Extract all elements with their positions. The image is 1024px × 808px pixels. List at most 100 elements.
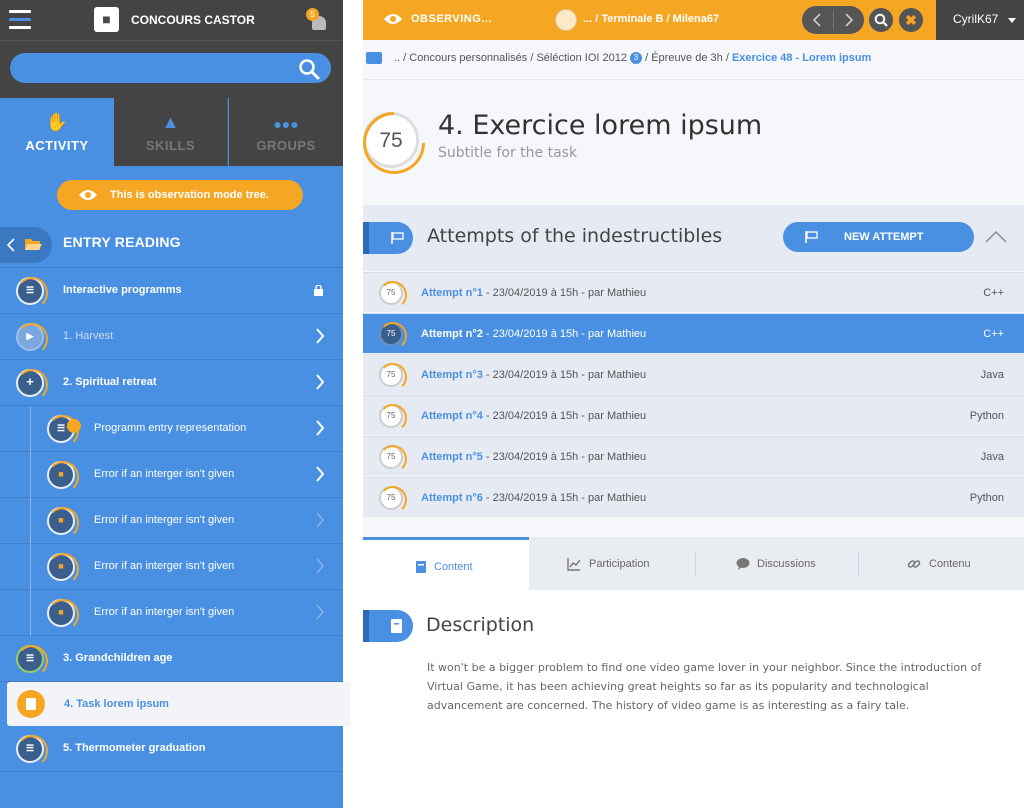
- play-icon: ▶: [16, 323, 48, 355]
- tab-discussions[interactable]: Discussions: [696, 537, 859, 590]
- search-button[interactable]: [869, 8, 893, 32]
- tree-item-label: 3. Grandchildren age: [63, 652, 173, 664]
- attempt-link[interactable]: Attempt n°3: [421, 369, 483, 381]
- attempt-row[interactable]: 75 Attempt n°6 - 23/04/2019 à 15h - par …: [363, 477, 1024, 517]
- tree-item-label: Error if an interger isn't given: [94, 560, 235, 572]
- attempt-link[interactable]: Attempt n°5: [421, 451, 483, 463]
- attempts-title: Attempts of the indestructibles: [427, 225, 723, 247]
- tree-root-label: ENTRY READING: [63, 234, 181, 250]
- attempt-meta: - 23/04/2019 à 15h - par Mathieu: [482, 492, 647, 504]
- brand-title: CONCOURS CASTOR: [131, 13, 255, 27]
- attempt-link[interactable]: Attempt n°1: [421, 287, 483, 299]
- attempt-score: 75: [379, 322, 407, 350]
- attempt-link[interactable]: Attempt n°6: [421, 492, 483, 504]
- content-panel: Description It won't be a bigger problem…: [363, 590, 1024, 808]
- tree-item[interactable]: ■ Error if an interger isn't given: [0, 544, 343, 590]
- attempt-row[interactable]: 75 Attempt n°1 - 23/04/2019 à 15h - par …: [363, 272, 1024, 312]
- tree-item[interactable]: + 2. Spiritual retreat: [0, 360, 343, 406]
- attempt-link[interactable]: Attempt n°2: [421, 328, 483, 340]
- tree-item-label: 4. Task lorem ipsum: [64, 698, 169, 710]
- observed-user-crumb[interactable]: ... / Terminale B / Milena67: [583, 13, 719, 25]
- attempt-meta: - 23/04/2019 à 15h - par Mathieu: [482, 328, 647, 340]
- attempt-row[interactable]: 75 Attempt n°4 - 23/04/2019 à 15h - par …: [363, 395, 1024, 435]
- tree-item[interactable]: ■ Error if an interger isn't given: [0, 452, 343, 498]
- chevron-right-icon[interactable]: [315, 466, 325, 482]
- tree-item[interactable]: ▶ 1. Harvest: [0, 314, 343, 360]
- eye-icon: [384, 14, 402, 24]
- tree-item[interactable]: ■ Error if an interger isn't given: [0, 590, 343, 636]
- divider: [363, 79, 1024, 80]
- list-icon: ☰: [16, 645, 48, 677]
- back-button[interactable]: [0, 227, 52, 263]
- flag-icon: [805, 231, 818, 243]
- tree-item[interactable]: ☰ Interactive programms: [0, 268, 343, 314]
- list-icon: ☰: [16, 735, 48, 767]
- attempt-score: 75: [379, 404, 407, 432]
- tree-item-label: 1. Harvest: [63, 330, 114, 342]
- breadcrumb-path[interactable]: / Épreuve de 3h /: [645, 52, 732, 64]
- breadcrumb-path[interactable]: .. / Concours personnalisés / Séléction …: [394, 52, 627, 64]
- tree-item-label: Error if an interger isn't given: [94, 468, 235, 480]
- folder-icon[interactable]: [366, 52, 382, 64]
- tab-content[interactable]: Content: [363, 537, 529, 590]
- flag-icon: [391, 232, 404, 244]
- tab-groups[interactable]: ●●● GROUPS: [229, 98, 343, 166]
- attempt-text: Attempt n°1 - 23/04/2019 à 15h - par Mat…: [421, 287, 646, 299]
- attempt-text: Attempt n°4 - 23/04/2019 à 15h - par Mat…: [421, 410, 646, 422]
- username: CyrilK67: [953, 12, 999, 26]
- folder-icon: ■: [47, 553, 79, 585]
- new-attempt-label: NEW ATTEMPT: [844, 231, 924, 243]
- chevron-left-icon[interactable]: [813, 13, 821, 27]
- content-tabs: Content Participation Discussions Conten…: [363, 537, 1024, 590]
- tab-contenu[interactable]: Contenu: [859, 537, 1024, 590]
- tree-connector: [30, 544, 31, 590]
- attempt-score: 75: [379, 281, 407, 309]
- tree-item-active[interactable]: 4. Task lorem ipsum: [7, 682, 350, 726]
- flag-badge: [363, 222, 413, 254]
- description-title: Description: [426, 614, 535, 636]
- chevron-right-icon[interactable]: [315, 420, 325, 436]
- book-icon: [391, 619, 402, 633]
- tab-label: Content: [434, 561, 473, 573]
- search-icon: [874, 13, 888, 27]
- chevron-right-icon[interactable]: [315, 604, 325, 620]
- tab-activity[interactable]: ✋ ACTIVITY: [0, 98, 114, 166]
- chevron-right-icon[interactable]: [315, 328, 325, 344]
- folder-open-icon: [25, 239, 42, 250]
- chevron-right-icon[interactable]: [845, 13, 853, 27]
- user-menu[interactable]: CyrilK67: [936, 0, 1024, 40]
- attempt-text: Attempt n°3 - 23/04/2019 à 15h - par Mat…: [421, 369, 646, 381]
- attempt-language: Python: [969, 492, 1004, 504]
- close-icon[interactable]: ✖: [899, 8, 923, 32]
- folder-icon: ■: [47, 599, 79, 631]
- new-attempt-button[interactable]: NEW ATTEMPT: [783, 222, 974, 252]
- book-badge: [363, 610, 413, 642]
- search-icon[interactable]: [298, 58, 320, 80]
- description-text: It won't be a bigger problem to find one…: [427, 661, 982, 712]
- tab-participation[interactable]: Participation: [529, 537, 696, 590]
- attempt-link[interactable]: Attempt n°4: [421, 410, 483, 422]
- attempt-row[interactable]: 75 Attempt n°3 - 23/04/2019 à 15h - par …: [363, 354, 1024, 394]
- chevron-up-icon[interactable]: [984, 225, 1008, 249]
- search-input[interactable]: [10, 53, 331, 83]
- tree-item[interactable]: ☰ Programm entry representation: [0, 406, 343, 452]
- menu-icon[interactable]: [9, 10, 31, 30]
- tree-item[interactable]: ☰ 3. Grandchildren age: [0, 636, 343, 682]
- tree-item[interactable]: ■ Error if an interger isn't given: [0, 498, 343, 544]
- notification-bell-icon[interactable]: 5: [306, 8, 330, 34]
- plus-icon: +: [16, 369, 48, 401]
- tree-item[interactable]: ☰ 5. Thermometer graduation: [0, 726, 343, 772]
- chevron-right-icon[interactable]: [315, 374, 325, 390]
- tab-label: Participation: [589, 558, 650, 570]
- attempt-row-selected[interactable]: 75 Attempt n°2 - 23/04/2019 à 15h - par …: [363, 313, 1024, 353]
- attempt-row[interactable]: 75 Attempt n°5 - 23/04/2019 à 15h - par …: [363, 436, 1024, 476]
- link-icon: [907, 560, 921, 568]
- tab-label: Discussions: [757, 558, 816, 570]
- chevron-right-icon[interactable]: [315, 512, 325, 528]
- list-icon: ☰: [16, 277, 48, 309]
- tab-skills[interactable]: ▲ SKILLS: [114, 98, 228, 166]
- chevron-right-icon[interactable]: [315, 558, 325, 574]
- chart-icon: [567, 558, 581, 571]
- prev-next-control: [802, 6, 864, 34]
- tree-connector: [30, 590, 31, 636]
